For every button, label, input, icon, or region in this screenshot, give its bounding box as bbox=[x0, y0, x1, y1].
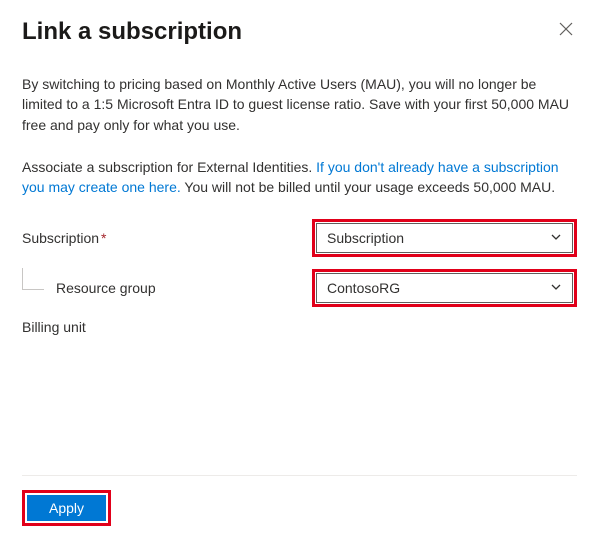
associate-tail: You will not be billed until your usage … bbox=[181, 179, 555, 195]
close-icon bbox=[559, 22, 573, 40]
resource-group-select[interactable]: ContosoRG bbox=[316, 273, 573, 303]
panel-header: Link a subscription bbox=[22, 18, 577, 46]
resource-group-select-highlight: ContosoRG bbox=[312, 269, 577, 307]
subscription-select-highlight: Subscription bbox=[312, 219, 577, 257]
tree-indent-line bbox=[22, 268, 44, 290]
subscription-label: Subscription bbox=[22, 230, 99, 246]
apply-button[interactable]: Apply bbox=[27, 495, 106, 521]
panel-footer: Apply bbox=[22, 475, 577, 540]
panel-title: Link a subscription bbox=[22, 18, 242, 46]
resource-group-label: Resource group bbox=[56, 280, 156, 296]
required-star: * bbox=[101, 230, 106, 246]
resource-group-label-col: Resource group bbox=[22, 280, 312, 296]
close-button[interactable] bbox=[555, 18, 577, 44]
intro-text: By switching to pricing based on Monthly… bbox=[22, 74, 577, 135]
chevron-down-icon bbox=[550, 280, 562, 296]
link-subscription-panel: Link a subscription By switching to pric… bbox=[0, 0, 599, 540]
subscription-label-col: Subscription * bbox=[22, 230, 312, 246]
subscription-select-value: Subscription bbox=[327, 230, 404, 246]
chevron-down-icon bbox=[550, 230, 562, 246]
subscription-select[interactable]: Subscription bbox=[316, 223, 573, 253]
resource-group-row: Resource group ContosoRG bbox=[22, 269, 577, 307]
billing-unit-label-col: Billing unit bbox=[22, 319, 312, 335]
billing-unit-row: Billing unit bbox=[22, 319, 577, 335]
apply-button-highlight: Apply bbox=[22, 490, 111, 526]
associate-lead: Associate a subscription for External Id… bbox=[22, 159, 316, 175]
resource-group-select-value: ContosoRG bbox=[327, 280, 400, 296]
subscription-row: Subscription * Subscription bbox=[22, 219, 577, 257]
associate-text: Associate a subscription for External Id… bbox=[22, 157, 577, 198]
billing-unit-label: Billing unit bbox=[22, 319, 86, 335]
